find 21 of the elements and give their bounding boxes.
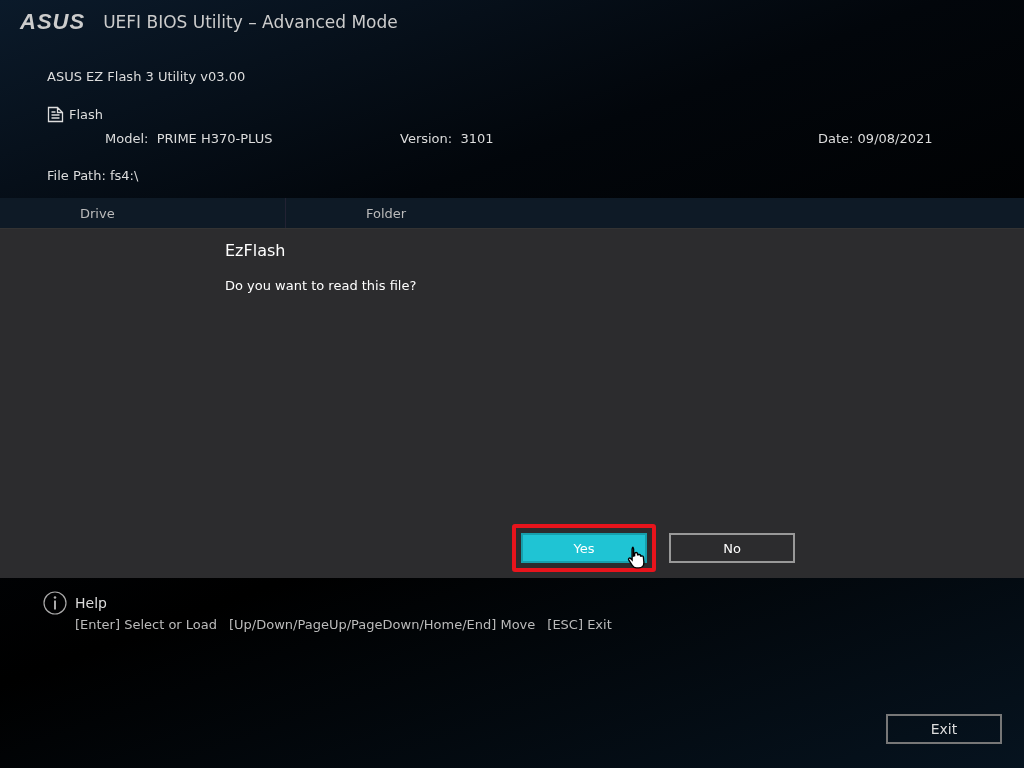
hand-cursor-icon [626, 545, 648, 569]
section-label: Flash [69, 107, 104, 122]
dialog-title: EzFlash [225, 241, 287, 260]
version-text: Version: 3101 [400, 131, 495, 146]
help-title: Help [75, 595, 107, 611]
brand-logo: ASUS [20, 9, 86, 35]
column-header: Drive [80, 205, 115, 221]
utility-name: ASUS EZ Flash 3 Utility v03.00 [47, 69, 247, 84]
dialog-button[interactable]: No [669, 533, 795, 563]
info-icon [43, 591, 67, 615]
model-text: Model: PRIME H370-PLUS [105, 131, 274, 146]
shortcut-hint: [Enter] Select or Load [75, 617, 218, 632]
exit-button[interactable]: Exit [886, 714, 1002, 744]
column-header: Folder [366, 205, 407, 221]
file-path: File Path: fs4:\ [47, 168, 140, 183]
shortcut-hint: [Up/Down/PageUp/PageDown/Home/End] Move [229, 617, 536, 632]
document-icon [47, 106, 64, 123]
window-title: UEFI BIOS Utility – Advanced Mode [103, 12, 398, 32]
shortcut-hint: [ESC] Exit [547, 617, 612, 632]
dialog-message: Do you want to read this file? [225, 278, 418, 293]
date-text: Date: 09/08/2021 [818, 131, 933, 146]
